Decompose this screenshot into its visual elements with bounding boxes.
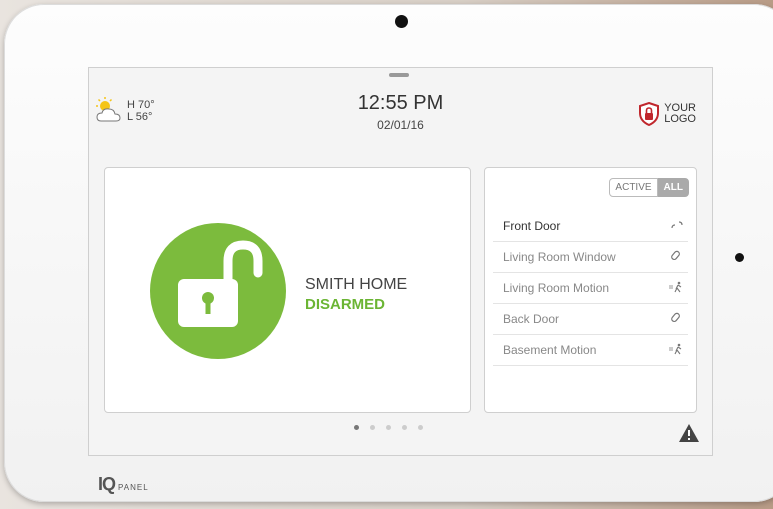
- page-dot[interactable]: [370, 425, 375, 430]
- current-time: 12:55 PM: [357, 92, 444, 114]
- unlocked-padlock-icon: [178, 240, 263, 327]
- motion-icon: [668, 281, 684, 296]
- arm-status-card[interactable]: SMITH HOME DISARMED: [104, 167, 471, 413]
- camera-lens: [395, 15, 408, 28]
- light-sensor: [735, 253, 744, 262]
- arm-disarm-button[interactable]: [150, 223, 286, 359]
- home-name: SMITH HOME: [305, 276, 408, 293]
- touch-screen: H 70° L 56° 12:55 PM 02/01/16 YOUR LOGO: [88, 67, 713, 456]
- brand-logo: IQ PANEL: [98, 474, 149, 494]
- iq-logo-icon: IQ: [98, 474, 116, 494]
- sensor-name: Basement Motion: [503, 343, 597, 357]
- filter-active-button[interactable]: ACTIVE: [609, 178, 658, 197]
- shield-lock-icon: [639, 102, 660, 126]
- brand-label: PANEL: [118, 483, 149, 492]
- warning-icon[interactable]: [678, 423, 700, 448]
- sensor-name: Back Door: [503, 312, 560, 326]
- sensor-name: Front Door: [503, 219, 561, 233]
- page-dot[interactable]: [402, 425, 407, 430]
- sensor-list: Front Door Living Room Window Living Roo…: [493, 211, 688, 366]
- page-dot[interactable]: [418, 425, 423, 430]
- sensor-row-front-door[interactable]: Front Door: [493, 211, 688, 242]
- system-status: SMITH HOME DISARMED: [305, 276, 407, 313]
- sensor-row-basement-motion[interactable]: Basement Motion: [493, 335, 688, 366]
- pull-down-handle[interactable]: [389, 73, 409, 77]
- motion-icon: [668, 343, 684, 358]
- arm-state: DISARMED: [305, 296, 386, 313]
- filter-all-button[interactable]: ALL: [657, 178, 689, 197]
- sensor-card: ACTIVE ALL Front Door Living Room Window…: [484, 167, 697, 413]
- sensor-row-back-door[interactable]: Back Door: [493, 304, 688, 335]
- sensor-row-living-room-window[interactable]: Living Room Window: [493, 242, 688, 273]
- link-icon: [670, 250, 684, 265]
- sensor-name: Living Room Motion: [503, 281, 610, 295]
- sensor-row-living-room-motion[interactable]: Living Room Motion: [493, 273, 688, 304]
- current-date: 02/01/16: [377, 118, 424, 132]
- clock: 12:55 PM 02/01/16: [89, 92, 712, 132]
- page-dot[interactable]: [386, 425, 391, 430]
- page-dot[interactable]: [354, 425, 359, 430]
- company-logo: YOUR LOGO: [638, 102, 696, 126]
- link-icon: [670, 312, 684, 327]
- sensor-name: Living Room Window: [503, 250, 616, 264]
- page-indicator: [354, 425, 423, 430]
- logo-line-2: LOGO: [664, 113, 696, 125]
- sensor-filter: ACTIVE ALL: [609, 178, 689, 197]
- door-open-icon: [670, 219, 684, 234]
